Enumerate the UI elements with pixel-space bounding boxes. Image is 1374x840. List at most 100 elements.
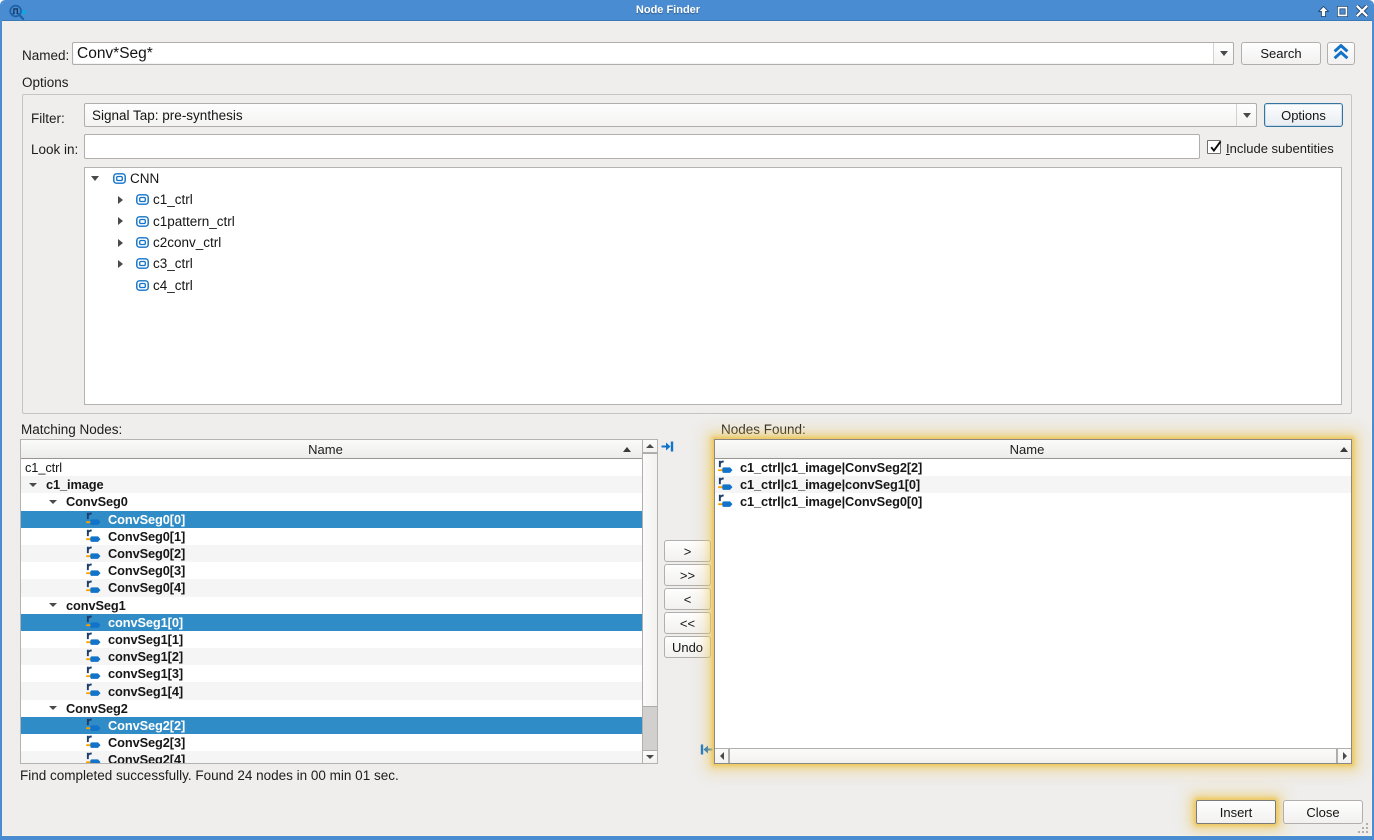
registered-node-icon [86, 648, 102, 665]
insert-button[interactable]: Insert [1196, 800, 1276, 824]
matching-node-row[interactable]: ConvSeg2[2] [21, 717, 643, 734]
expand-arrow-collapsed[interactable] [115, 232, 125, 253]
node-label: convSeg1[0] [108, 615, 183, 630]
include-subentities-checkbox[interactable] [1207, 140, 1221, 154]
matching-node-row[interactable]: ConvSeg0[1] [21, 528, 643, 545]
collapse-panel-button[interactable] [1327, 42, 1355, 65]
matching-node-row[interactable]: convSeg1[1] [21, 631, 643, 648]
node-label: c1_ctrl [25, 460, 62, 475]
close-button-titlebar[interactable] [1356, 5, 1368, 17]
matching-node-row[interactable]: ConvSeg0 [21, 493, 643, 510]
found-horizontal-scrollbar[interactable] [715, 748, 1351, 763]
registered-node-icon [718, 476, 734, 493]
matching-nodes-header[interactable]: Name [21, 440, 642, 459]
node-label: ConvSeg0[0] [108, 512, 185, 527]
found-node-row[interactable]: c1_ctrl|c1_image|ConvSeg0[0] [715, 493, 1351, 510]
matching-node-row[interactable]: ConvSeg0[3] [21, 562, 643, 579]
resize-grip[interactable] [1356, 821, 1369, 834]
tree-item-c1pattern_ctrl[interactable]: c1pattern_ctrl [85, 211, 1341, 232]
matching-node-row[interactable]: convSeg1[2] [21, 648, 643, 665]
expand-arrow-expanded[interactable] [29, 476, 37, 493]
tree-item-label: c1pattern_ctrl [153, 214, 235, 229]
matching-vertical-scrollbar[interactable] [642, 440, 657, 763]
node-label: ConvSeg0[4] [108, 580, 185, 595]
node-label: convSeg1[4] [108, 684, 183, 699]
undo-button[interactable]: Undo [664, 636, 711, 658]
tree-item-CNN[interactable]: CNN [85, 168, 1341, 189]
registered-node-icon [718, 493, 734, 515]
entity-icon [113, 168, 126, 189]
scroll-up-button[interactable] [643, 440, 657, 453]
remove-selected-button[interactable]: < [664, 588, 711, 610]
remove-all-button[interactable]: << [664, 612, 711, 634]
expand-arrow-collapsed[interactable] [115, 253, 125, 274]
move-left-indicator-icon [700, 743, 713, 761]
scroll-right-button[interactable] [1337, 749, 1351, 763]
node-label: c1_image [46, 477, 104, 492]
matching-node-row[interactable]: c1_ctrl [21, 459, 643, 476]
options-groupbox: Filter: Signal Tap: pre-synthesis Option… [22, 94, 1352, 414]
filter-combobox[interactable]: Signal Tap: pre-synthesis [84, 103, 1257, 127]
scrollbar-thumb[interactable] [643, 453, 657, 707]
scrollbar-track[interactable] [643, 707, 657, 750]
expand-arrow-expanded[interactable] [90, 168, 100, 189]
matching-node-row[interactable]: ConvSeg0[0] [21, 511, 643, 528]
filter-label: Filter: [31, 111, 65, 126]
titlebar[interactable]: Node Finder [0, 0, 1374, 21]
tree-item-c2conv_ctrl[interactable]: c2conv_ctrl [85, 232, 1341, 253]
lookin-label: Look in: [31, 142, 78, 157]
matching-node-row[interactable]: ConvSeg2[3] [21, 734, 643, 751]
shade-button[interactable] [1318, 6, 1329, 17]
named-combobox[interactable] [72, 42, 1234, 65]
matching-node-row[interactable]: c1_image [21, 476, 643, 493]
registered-node-icon [86, 579, 102, 596]
expand-arrow-expanded[interactable] [49, 493, 57, 510]
matching-node-row[interactable]: ConvSeg0[4] [21, 579, 643, 596]
named-label: Named: [22, 48, 69, 63]
scrollbar-thumb[interactable] [729, 749, 1337, 763]
add-selected-button[interactable]: > [664, 540, 711, 562]
named-dropdown-icon[interactable] [1213, 43, 1233, 64]
node-label: convSeg1 [66, 598, 126, 613]
matching-node-row[interactable]: ConvSeg2[4] [21, 751, 643, 763]
filter-dropdown-icon[interactable] [1236, 104, 1256, 126]
found-node-row[interactable]: c1_ctrl|c1_image|convSeg1[0] [715, 476, 1351, 493]
node-finder-dialog: Node Finder Named: [0, 0, 1374, 840]
expand-arrow-expanded[interactable] [49, 700, 57, 717]
matching-node-row[interactable]: ConvSeg0[2] [21, 545, 643, 562]
tree-item-c3_ctrl[interactable]: c3_ctrl [85, 253, 1341, 274]
registered-node-icon [718, 459, 734, 476]
tree-item-label: c4_ctrl [153, 278, 193, 293]
close-button[interactable]: Close [1283, 800, 1363, 824]
nodes-found-header[interactable]: Name [715, 440, 1351, 459]
tree-item-c1_ctrl[interactable]: c1_ctrl [85, 189, 1341, 210]
matching-node-row[interactable]: convSeg1[3] [21, 665, 643, 682]
sort-ascending-icon [623, 447, 631, 452]
matching-node-row[interactable]: convSeg1[4] [21, 682, 643, 699]
filter-value: Signal Tap: pre-synthesis [92, 104, 1233, 126]
found-node-row[interactable]: c1_ctrl|c1_image|ConvSeg2[2] [715, 459, 1351, 476]
expand-arrow-collapsed[interactable] [115, 211, 125, 232]
expand-arrow-collapsed[interactable] [115, 189, 125, 210]
named-input[interactable] [74, 44, 1213, 63]
entity-icon [136, 237, 149, 248]
matching-node-row[interactable]: convSeg1[0] [21, 614, 643, 631]
entity-icon [136, 194, 149, 205]
registered-node-icon [86, 751, 102, 763]
options-button[interactable]: Options [1264, 103, 1343, 127]
tree-item-label: c3_ctrl [153, 256, 193, 271]
search-button[interactable]: Search [1241, 42, 1321, 65]
maximize-button[interactable] [1337, 6, 1348, 17]
add-all-button[interactable]: >> [664, 564, 711, 586]
matching-nodes-table[interactable]: Name c1_ctrl c1_imageConvSeg0 ConvSeg0[0]… [20, 439, 658, 764]
nodes-found-table[interactable]: Name c1_ctrl|c1_image|ConvSeg2[2] c1_ctr… [714, 439, 1352, 764]
tree-item-c4_ctrl[interactable]: c4_ctrl [85, 274, 1341, 295]
lookin-input[interactable] [84, 134, 1200, 159]
matching-node-row[interactable]: convSeg1 [21, 597, 643, 614]
scroll-left-button[interactable] [715, 749, 729, 763]
scroll-down-button[interactable] [643, 750, 657, 763]
registered-node-icon [86, 751, 102, 763]
matching-node-row[interactable]: ConvSeg2 [21, 700, 643, 717]
hierarchy-tree[interactable]: CNN c1_ctrl c1pattern_ctrl c2conv_ctrl c… [84, 167, 1342, 405]
expand-arrow-expanded[interactable] [49, 597, 57, 614]
